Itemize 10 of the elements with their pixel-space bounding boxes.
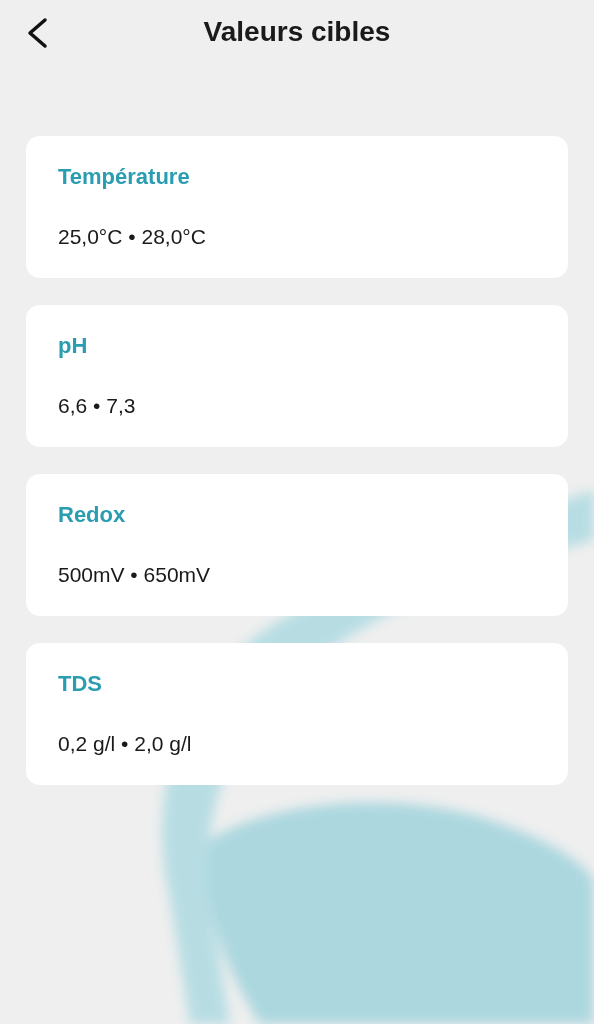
range-value: 6,6 • 7,3: [58, 393, 137, 419]
back-icon: [25, 17, 49, 49]
range-value: 0,2 g/l • 2,0 g/l: [58, 731, 193, 757]
range-value: 500mV • 650mV: [58, 562, 212, 588]
card-label: TDS: [58, 670, 103, 698]
card-label: Redox: [58, 501, 127, 529]
card-label: pH: [58, 332, 89, 360]
page-title: Valeurs cibles: [203, 15, 391, 49]
card-label: Température: [58, 163, 191, 191]
range-value: 25,0°C • 28,0°C: [58, 224, 207, 250]
